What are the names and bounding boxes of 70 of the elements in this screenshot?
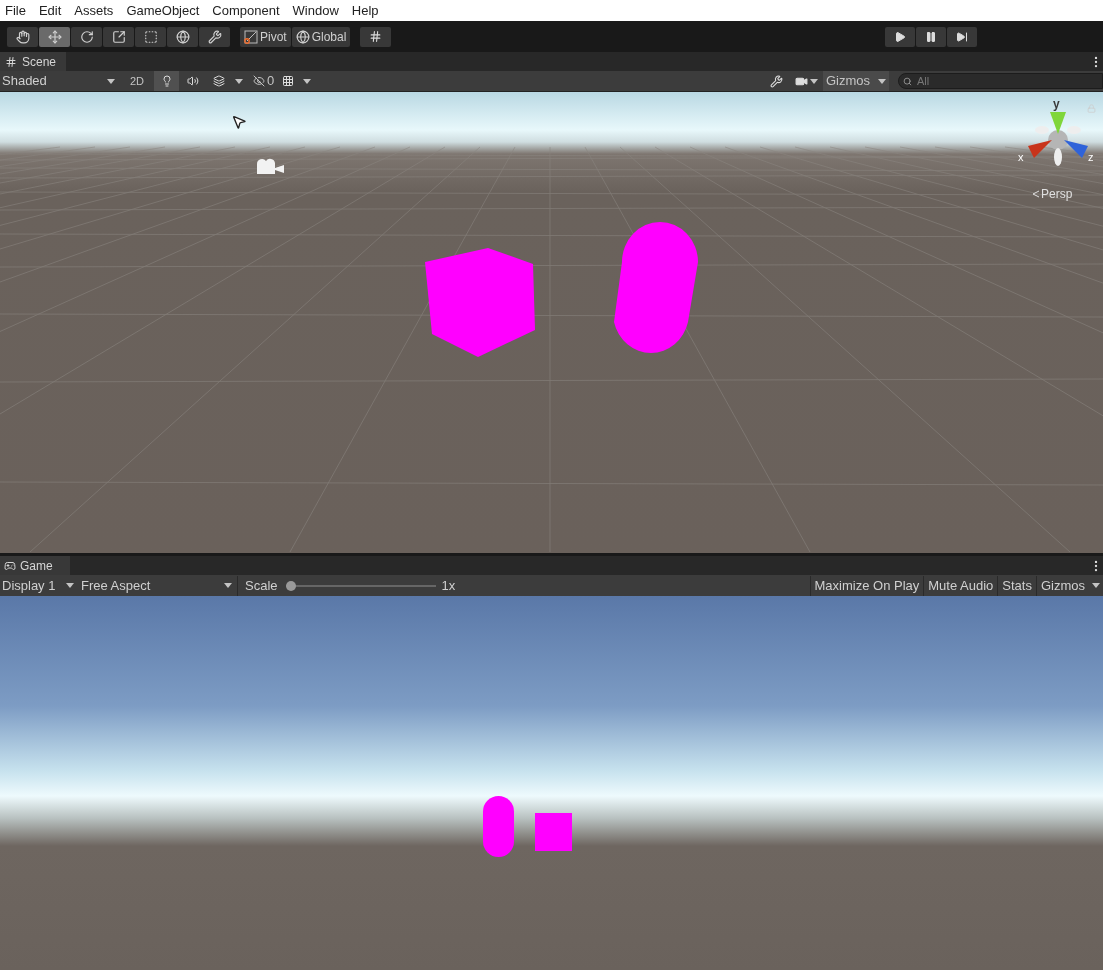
display-dropdown[interactable]: Display 1 [0, 575, 78, 596]
lightbulb-icon [160, 75, 173, 87]
pause-button[interactable] [916, 26, 946, 47]
hand-icon [15, 29, 30, 44]
lighting-toggle[interactable] [154, 71, 179, 91]
caret-icon [878, 78, 886, 84]
globe-icon [295, 29, 310, 44]
hand-tool[interactable] [7, 26, 38, 47]
capsule-drawing [483, 796, 514, 857]
hidden-objects-button[interactable]: 0 [250, 71, 278, 91]
menu-item[interactable]: File [5, 0, 26, 21]
pause-icon [925, 30, 937, 43]
pivot-button[interactable]: Pivot [240, 26, 291, 47]
play-button[interactable] [885, 26, 915, 47]
axis-label: y [1053, 96, 1060, 113]
custom-tool[interactable] [199, 26, 230, 47]
hidden-eye-icon [253, 75, 265, 87]
caret-icon [1092, 583, 1100, 588]
rect-tool[interactable] [135, 26, 166, 47]
speaker-icon [186, 75, 199, 87]
search-field[interactable]: All [898, 73, 1103, 89]
gamepad-icon [4, 559, 16, 572]
caret-icon [107, 78, 115, 84]
axis-label: z [1088, 150, 1094, 165]
rect-icon [143, 29, 158, 44]
caret-icon [303, 78, 312, 84]
tools-icon [770, 74, 783, 88]
scale-label: Scale [245, 576, 278, 595]
snap-grid-button[interactable] [360, 26, 392, 47]
step-icon [956, 30, 968, 43]
game-tab[interactable]: Game [0, 556, 70, 575]
shading-dropdown[interactable]: Shaded [0, 71, 120, 91]
scale-tool[interactable] [103, 26, 134, 47]
menu-item[interactable]: Assets [74, 0, 114, 21]
aspect-dropdown[interactable]: Free Aspect [78, 575, 238, 596]
camera-icon [257, 158, 284, 174]
menu-item[interactable]: Help [351, 0, 379, 21]
search-icon [903, 76, 912, 86]
move-icon [47, 29, 62, 44]
caret-icon [809, 78, 818, 84]
scene-view[interactable]: y x z Persp [0, 92, 1103, 553]
transform-tool[interactable] [167, 26, 198, 47]
projection-toggle[interactable]: Persp [1032, 185, 1073, 203]
grid-icon [369, 30, 383, 43]
step-button[interactable] [947, 26, 977, 47]
chevron-left-icon [1032, 190, 1040, 198]
global-button[interactable]: Global [291, 26, 351, 47]
cube-drawing [535, 813, 572, 851]
menu-item[interactable]: Component [212, 0, 280, 21]
move-tool[interactable] [39, 26, 70, 47]
play-icon [894, 30, 906, 43]
cursor-icon [231, 114, 247, 130]
menu-item[interactable]: GameObject [126, 0, 200, 21]
menu-item[interactable]: Edit [38, 0, 62, 21]
grid-icon [282, 75, 295, 87]
rotate-icon [79, 29, 94, 44]
layers-icon [212, 75, 225, 87]
caret-icon [66, 583, 74, 588]
axis-gizmo-drawing [1028, 112, 1088, 166]
scene-tab[interactable]: Scene [0, 52, 66, 71]
caret-icon [235, 78, 243, 84]
menu-item[interactable]: Window [292, 0, 339, 21]
scale-slider[interactable] [285, 579, 436, 592]
rotate-tool[interactable] [71, 26, 102, 47]
gizmos-dropdown[interactable]: Gizmos [823, 71, 889, 91]
axis-label: x [1018, 150, 1024, 165]
pivot-icon [244, 29, 258, 44]
grid-icon [5, 55, 17, 68]
caret-icon [224, 583, 232, 588]
scale-value: 1x [441, 576, 456, 595]
